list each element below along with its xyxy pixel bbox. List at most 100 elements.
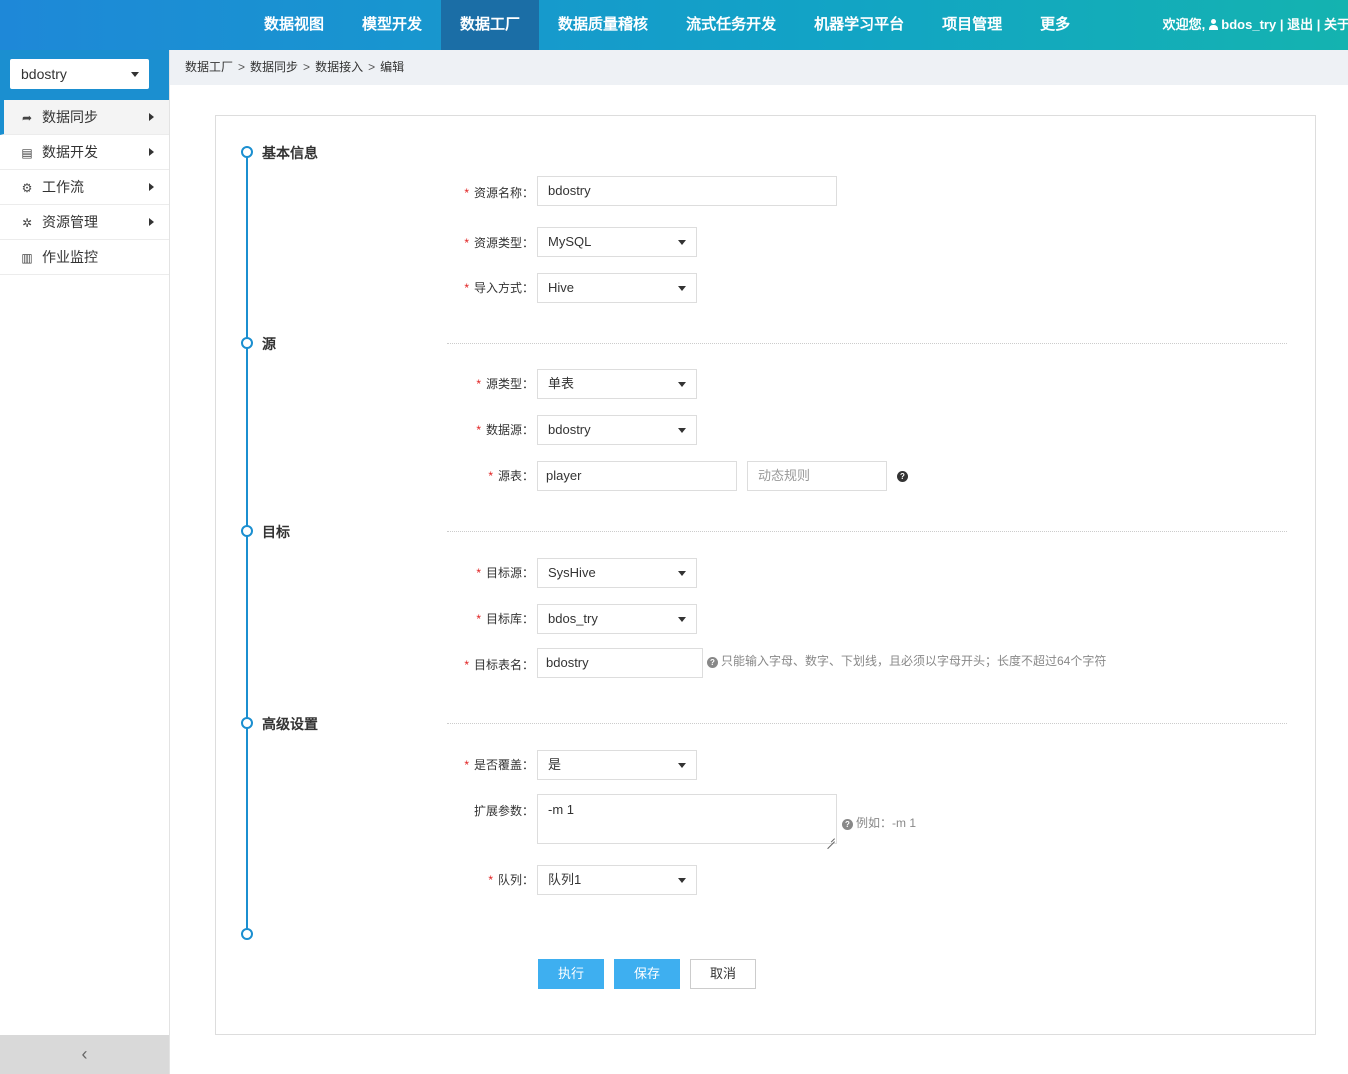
sidebar-item-label: 工作流	[42, 179, 84, 195]
target-source-label: * 目标源：	[476, 566, 534, 580]
help-icon[interactable]: ?	[897, 468, 911, 482]
caret-down-icon	[131, 72, 139, 77]
target-table-input[interactable]: bdostry	[537, 648, 703, 678]
caret-down-icon	[678, 428, 686, 433]
question-icon: ?	[842, 819, 853, 830]
target-db-label: * 目标库：	[476, 612, 534, 626]
caret-down-icon	[678, 240, 686, 245]
top-nav: 数据视图 模型开发 数据工厂 数据质量稽核 流式任务开发 机器学习平台 项目管理…	[245, 0, 1089, 50]
save-button[interactable]: 保存	[614, 959, 680, 989]
queue-select[interactable]: 队列1	[537, 865, 697, 895]
share-arrow-icon: ➦	[21, 111, 33, 125]
code-file-icon: ▤	[21, 146, 33, 160]
breadcrumb-separator: >	[368, 60, 376, 74]
breadcrumb-item[interactable]: 数据工厂	[185, 60, 233, 74]
resize-grip-icon[interactable]	[827, 834, 835, 842]
separator: |	[1316, 17, 1321, 32]
breadcrumb-current: 编辑	[380, 60, 405, 74]
execute-button[interactable]: 执行	[538, 959, 604, 989]
user-info: 欢迎您, bdos_try | 退出 | 关于	[1163, 0, 1348, 50]
about-link[interactable]: 关于	[1324, 17, 1348, 32]
sidebar-item-label: 数据同步	[42, 109, 98, 125]
nav-project-mgmt[interactable]: 项目管理	[923, 0, 1021, 50]
sidebar-item-data-sync[interactable]: ➦ 数据同步	[0, 100, 169, 135]
datasource-label: * 数据源：	[476, 423, 534, 437]
timeline-dot	[241, 928, 253, 940]
sidebar-item-data-dev[interactable]: ▤ 数据开发	[0, 135, 169, 170]
caret-down-icon	[678, 617, 686, 622]
caret-down-icon	[678, 571, 686, 576]
chevron-left-icon: ‹	[81, 1044, 88, 1064]
source-table-label: * 源表：	[488, 469, 534, 483]
sidebar-header: bdostry	[0, 50, 169, 100]
nav-stream-dev[interactable]: 流式任务开发	[667, 0, 795, 50]
username[interactable]: bdos_try	[1221, 17, 1276, 32]
section-divider	[447, 531, 1287, 532]
target-table-hint: ? 只能输入字母、数字、下划线，且必须以字母开头；长度不超过64个字符	[707, 652, 1106, 669]
sidebar-item-job-monitor[interactable]: ▥ 作业监控	[0, 240, 169, 275]
sidebar-item-label: 数据开发	[42, 144, 98, 160]
nav-data-quality[interactable]: 数据质量稽核	[539, 0, 667, 50]
caret-right-icon	[149, 218, 154, 226]
sidebar-collapse-button[interactable]: ‹	[0, 1035, 169, 1074]
overwrite-select[interactable]: 是	[537, 750, 697, 780]
overwrite-label: * 是否覆盖：	[464, 758, 534, 772]
sidebar-item-workflow[interactable]: ⚙ 工作流	[0, 170, 169, 205]
section-title-target: 目标	[262, 524, 290, 540]
caret-down-icon	[678, 382, 686, 387]
caret-down-icon	[678, 878, 686, 883]
sidebar-item-label: 作业监控	[42, 249, 98, 265]
gear-icon: ✲	[21, 216, 33, 230]
section-title-basic: 基本信息	[262, 145, 318, 161]
source-type-select[interactable]: 单表	[537, 369, 697, 399]
timeline-dot	[241, 717, 253, 729]
nav-more[interactable]: 更多	[1021, 0, 1089, 50]
nav-ml-platform[interactable]: 机器学习平台	[795, 0, 923, 50]
target-source-select[interactable]: SysHive	[537, 558, 697, 588]
resource-name-input[interactable]: bdostry	[537, 176, 837, 206]
breadcrumb-separator: >	[303, 60, 311, 74]
nav-data-view[interactable]: 数据视图	[245, 0, 343, 50]
source-type-label: * 源类型：	[476, 377, 534, 391]
timeline-dot	[241, 337, 253, 349]
caret-right-icon	[149, 148, 154, 156]
ext-params-textarea[interactable]: -m 1	[537, 794, 837, 844]
dynamic-rule-input[interactable]: 动态规则	[747, 461, 887, 491]
breadcrumb-item[interactable]: 数据接入	[315, 60, 363, 74]
resource-type-select[interactable]: MySQL	[537, 227, 697, 257]
nav-model-dev[interactable]: 模型开发	[343, 0, 441, 50]
target-db-select[interactable]: bdos_try	[537, 604, 697, 634]
project-select[interactable]: bdostry	[10, 59, 149, 89]
target-table-label: * 目标表名：	[464, 658, 534, 672]
nav-data-factory[interactable]: 数据工厂	[441, 0, 540, 50]
sidebar-item-resource-mgmt[interactable]: ✲ 资源管理	[0, 205, 169, 240]
datasource-select[interactable]: bdostry	[537, 415, 697, 445]
cancel-button[interactable]: 取消	[690, 959, 756, 989]
import-mode-label: * 导入方式：	[464, 281, 534, 295]
timeline-dot	[241, 525, 253, 537]
sidebar: bdostry ➦ 数据同步 ▤ 数据开发 ⚙ 工作流 ✲ 资源管理 ▥ 作业监控 ‹	[0, 50, 170, 1074]
logout-link[interactable]: 退出	[1287, 17, 1313, 32]
caret-down-icon	[678, 763, 686, 768]
top-bar: 数据视图 模型开发 数据工厂 数据质量稽核 流式任务开发 机器学习平台 项目管理…	[0, 0, 1348, 50]
queue-label: * 队列：	[488, 873, 534, 887]
resource-name-label: * 资源名称：	[464, 186, 534, 200]
gears-icon: ⚙	[21, 181, 33, 195]
caret-right-icon	[149, 183, 154, 191]
resource-type-label: * 资源类型：	[464, 236, 534, 250]
welcome-text: 欢迎您,	[1162, 17, 1206, 32]
breadcrumb-separator: >	[238, 60, 246, 74]
caret-right-icon	[149, 113, 154, 121]
edit-form-panel: 基本信息 * 资源名称： bdostry * 资源类型： MySQL * 导入方式： …	[215, 115, 1316, 1035]
breadcrumb-item[interactable]: 数据同步	[250, 60, 298, 74]
timeline-dot	[241, 146, 253, 158]
sidebar-item-label: 资源管理	[42, 214, 98, 230]
source-table-input[interactable]: player	[537, 461, 737, 491]
question-icon: ?	[707, 657, 718, 668]
separator: |	[1279, 17, 1284, 32]
import-mode-select[interactable]: Hive	[537, 273, 697, 303]
ext-params-label: 扩展参数：	[473, 804, 534, 818]
section-title-source: 源	[262, 336, 276, 352]
section-title-advanced: 高级设置	[262, 716, 318, 732]
ext-params-hint: ? 例如：-m 1	[842, 814, 916, 831]
